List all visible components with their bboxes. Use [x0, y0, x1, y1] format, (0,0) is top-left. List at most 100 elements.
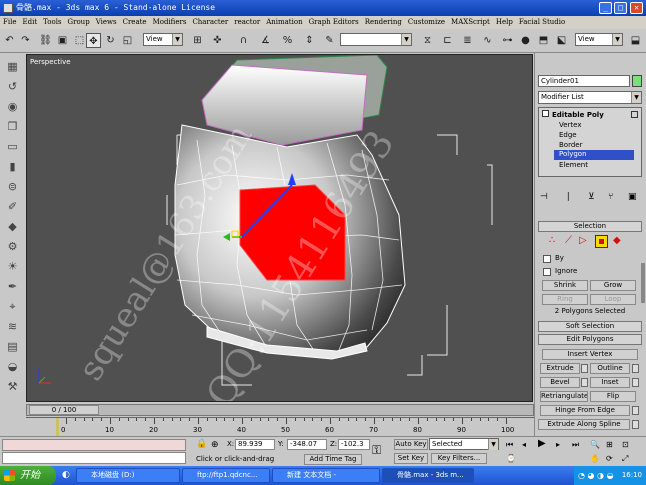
ignore-backfacing-checkbox[interactable]	[543, 268, 551, 276]
shape-icon[interactable]: ◆	[5, 219, 20, 234]
hinge-settings-icon[interactable]	[632, 406, 639, 415]
material-editor-icon[interactable]: ●	[518, 33, 533, 48]
show-result-icon[interactable]: ∣	[566, 192, 571, 202]
time-slider-thumb[interactable]: 0 / 100	[29, 405, 99, 415]
light-icon[interactable]: ☀	[5, 259, 20, 274]
helper-icon[interactable]: ⌖	[5, 299, 20, 314]
go-to-end-icon[interactable]: ⏭	[572, 440, 579, 450]
menu-modifiers[interactable]: Modifiers	[150, 16, 190, 29]
modifier-list-dropdown[interactable]: Modifier List ▼	[538, 91, 642, 104]
brush-icon[interactable]: ✒	[5, 279, 20, 294]
create-icon[interactable]: ▦	[5, 59, 20, 74]
menu-character[interactable]: Character	[189, 16, 231, 29]
insert-vertex-button[interactable]: Insert Vertex	[542, 349, 638, 360]
maximize-viewport-icon[interactable]: ⤢	[622, 454, 628, 464]
z-coordinate-field[interactable]: -102.3	[338, 439, 370, 450]
angle-snap-icon[interactable]: ∡	[258, 33, 273, 48]
minimize-button[interactable]: _	[599, 2, 612, 14]
schematic-icon[interactable]: ⊶	[500, 33, 515, 48]
edit-polygons-rollout-header[interactable]: Edit Polygons	[538, 334, 642, 345]
task-local-disk[interactable]: 本地磁盘 (D:)	[76, 468, 180, 483]
render-last-icon[interactable]: ⬓	[628, 33, 643, 48]
key-mode-dropdown[interactable]: Selected ▼	[429, 438, 499, 450]
select-object-icon[interactable]: ▣	[55, 33, 70, 48]
menu-group[interactable]: Group	[65, 16, 93, 29]
lock-selection-icon[interactable]: 🔒	[196, 439, 207, 449]
zoom-all-icon[interactable]: ⊞	[606, 440, 613, 449]
gear-icon[interactable]: ⚙	[5, 239, 20, 254]
extrude-button[interactable]: Extrude	[540, 363, 580, 374]
stack-item-border[interactable]: Border	[559, 141, 582, 149]
set-key-button[interactable]: Set Key	[394, 453, 428, 464]
loop-button[interactable]: Loop	[590, 294, 636, 305]
curve-editor-icon[interactable]: ∿	[480, 33, 495, 48]
hammer-icon[interactable]: ⚒	[5, 379, 20, 394]
undo-icon[interactable]: ↶	[2, 33, 17, 48]
polygon-mode-icon[interactable]	[595, 235, 608, 248]
outline-settings-icon[interactable]	[632, 364, 639, 373]
make-unique-icon[interactable]: ⊻	[588, 192, 595, 202]
sphere-icon[interactable]: ◉	[5, 99, 20, 114]
rotate-view-icon[interactable]: ↺	[5, 79, 20, 94]
start-button[interactable]: 开始	[0, 466, 56, 485]
menu-help[interactable]: Help	[493, 16, 516, 29]
maximize-button[interactable]: □	[614, 2, 627, 14]
hinge-from-edge-button[interactable]: Hinge From Edge	[540, 405, 630, 416]
render-type-dropdown[interactable]: View ▼	[575, 33, 623, 46]
object-name-field[interactable]: Cylinder01	[538, 75, 630, 87]
menu-file[interactable]: File	[0, 16, 19, 29]
task-ftp[interactable]: ftp://ftp1.qdcnc...	[182, 468, 270, 483]
select-move-icon[interactable]: ✥	[86, 33, 101, 48]
select-link-icon[interactable]: ⛓	[38, 33, 53, 48]
percent-snap-icon[interactable]: %	[280, 33, 295, 48]
redo-icon[interactable]: ↷	[18, 33, 33, 48]
menu-reactor[interactable]: reactor	[231, 16, 263, 29]
panel-scrollbar[interactable]	[641, 263, 645, 303]
edge-mode-icon[interactable]: ⟋	[565, 235, 572, 246]
extrude-spline-settings-icon[interactable]	[632, 420, 639, 429]
quick-render-icon[interactable]: ⬕	[554, 33, 569, 48]
pan-icon[interactable]: ✋	[590, 454, 600, 463]
tray-icons[interactable]: ◔ ◕ ◑ ◒	[578, 466, 614, 485]
y-coordinate-field[interactable]: -348.07	[287, 439, 327, 450]
quick-launch-icon[interactable]: ◐	[62, 470, 70, 480]
layer-icon[interactable]: ≣	[460, 33, 475, 48]
stack-title[interactable]: Editable Poly	[542, 110, 604, 119]
next-frame-icon[interactable]: ▸	[556, 440, 560, 449]
inset-button[interactable]: Inset	[590, 377, 630, 388]
x-coordinate-field[interactable]: 89.939	[235, 439, 275, 450]
inset-settings-icon[interactable]	[632, 378, 639, 387]
time-config-icon[interactable]: ⌚	[506, 454, 516, 463]
time-slider[interactable]: 0 / 100	[26, 404, 534, 416]
menu-tools[interactable]: Tools	[40, 16, 64, 29]
menu-graph-editors[interactable]: Graph Editors	[306, 16, 362, 29]
menu-animation[interactable]: Animation	[263, 16, 305, 29]
close-button[interactable]: ✕	[630, 2, 643, 14]
zoom-icon[interactable]: 🔍	[590, 440, 600, 449]
task-text-document[interactable]: 新建 文本文档 -	[272, 468, 380, 483]
named-selection-icon[interactable]: ✎	[322, 33, 337, 48]
outline-button[interactable]: Outline	[590, 363, 630, 374]
menu-facial-studio[interactable]: Facial Studio	[516, 16, 568, 29]
maxscript-listener[interactable]	[2, 439, 186, 451]
light-bulb-icon[interactable]: ◒	[5, 359, 20, 374]
go-to-start-icon[interactable]: ⏮	[506, 440, 513, 450]
remove-modifier-icon[interactable]: ⑂	[608, 192, 613, 202]
pin-stack-icon[interactable]: ⊣	[540, 192, 548, 202]
box-icon[interactable]: ▮	[5, 159, 20, 174]
grid-icon[interactable]: ▤	[5, 339, 20, 354]
menu-create[interactable]: Create	[120, 16, 150, 29]
border-mode-icon[interactable]: ▷	[579, 235, 587, 246]
key-filters-button[interactable]: Key Filters...	[431, 453, 487, 464]
task-3dsmax[interactable]: 骨骼.max - 3ds m...	[382, 468, 474, 483]
clone-icon[interactable]: ❐	[5, 119, 20, 134]
bevel-button[interactable]: Bevel	[540, 377, 580, 388]
stack-item-vertex[interactable]: Vertex	[559, 121, 582, 129]
bevel-settings-icon[interactable]	[581, 378, 588, 387]
select-scale-icon[interactable]: ◱	[120, 33, 135, 48]
absolute-mode-icon[interactable]: ⊕	[211, 440, 219, 450]
add-time-tag-button[interactable]: Add Time Tag	[304, 454, 362, 465]
object-color-swatch[interactable]	[632, 75, 642, 87]
stack-item-polygon[interactable]: Polygon	[554, 150, 634, 160]
soft-selection-rollout-header[interactable]: Soft Selection	[538, 321, 642, 332]
